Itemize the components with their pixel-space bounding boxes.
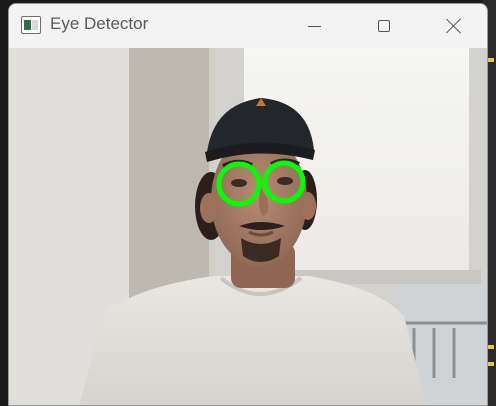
minimize-icon [307,25,321,27]
maximize-icon [378,20,390,32]
ear-left [200,193,218,223]
eye-right [277,177,293,185]
webcam-frame [9,48,487,405]
close-icon [446,18,462,34]
app-icon [21,16,41,34]
close-button[interactable] [419,4,487,48]
title-bar[interactable]: Eye Detector [9,4,487,48]
minimize-button[interactable] [279,4,349,48]
eye-detector-window: Eye Detector [8,3,488,406]
maximize-button[interactable] [349,4,419,48]
window-title: Eye Detector [50,14,149,33]
webcam-feed [9,48,487,405]
ear-right [300,192,316,220]
eye-left [231,179,247,187]
